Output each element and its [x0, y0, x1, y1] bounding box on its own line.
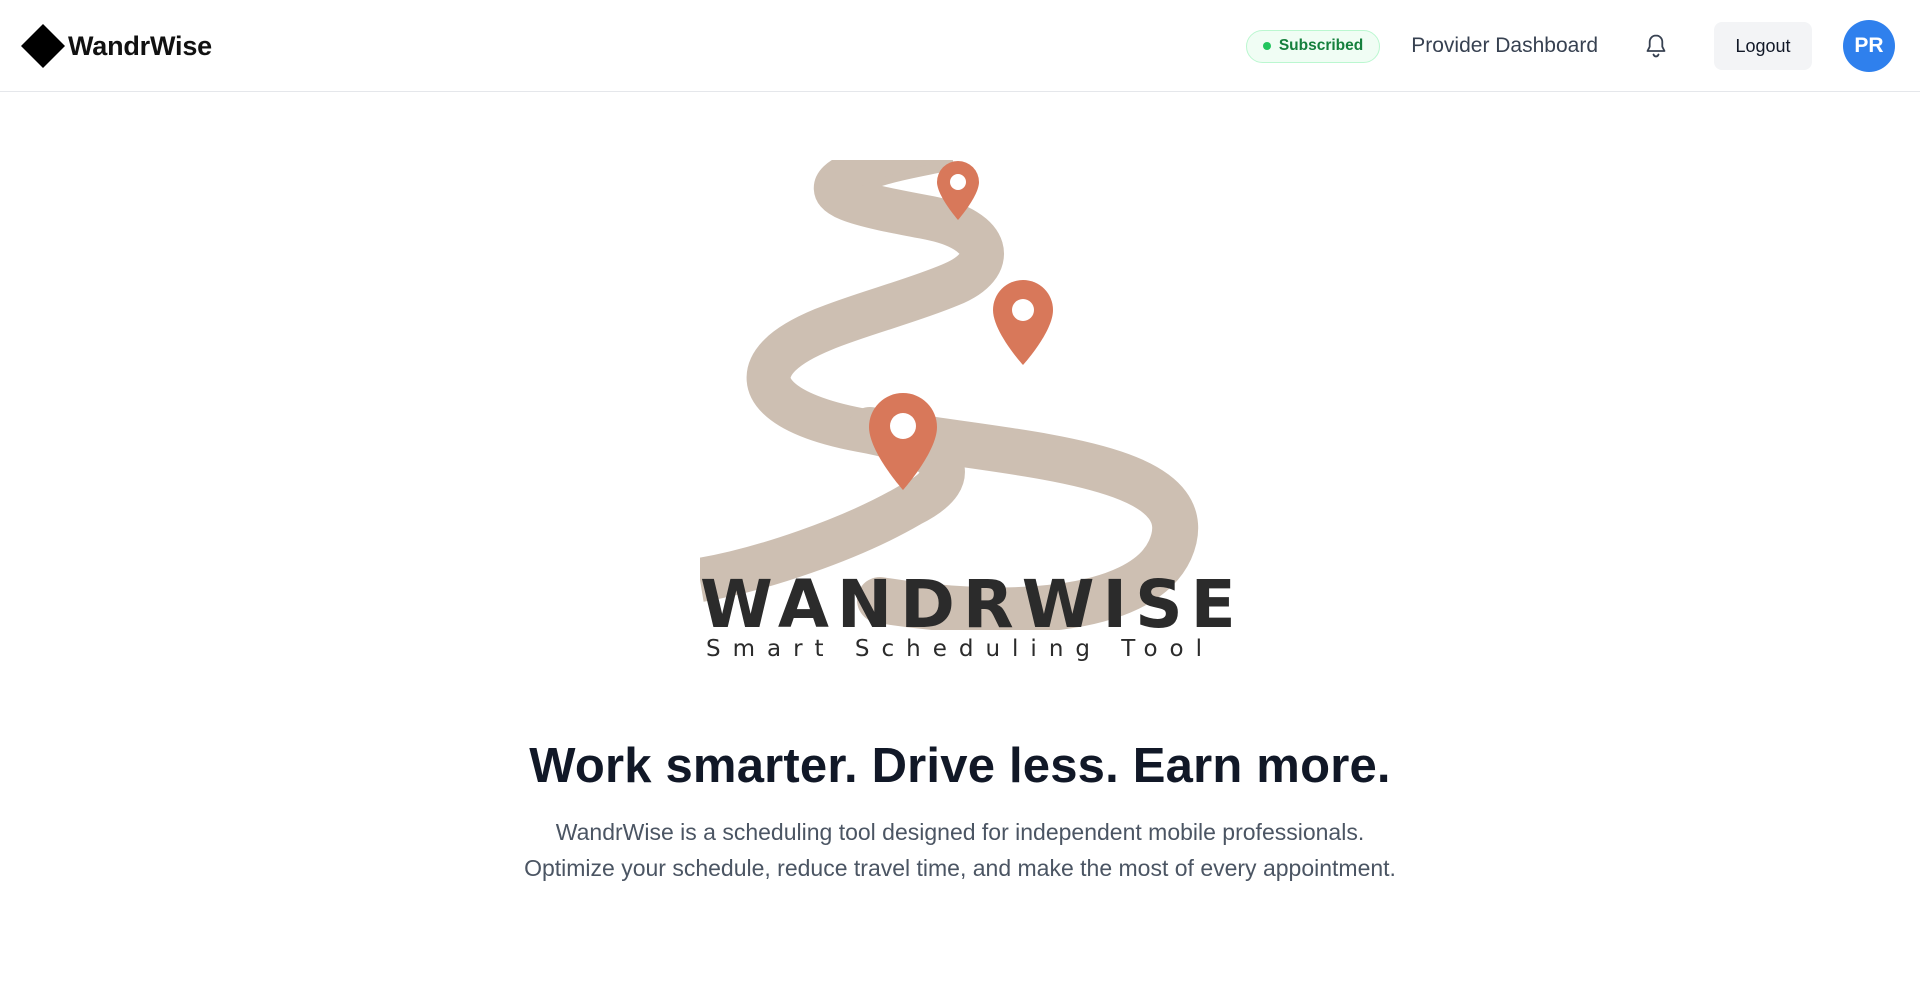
user-avatar[interactable]: PR — [1843, 20, 1895, 72]
subscription-status-badge: Subscribed — [1245, 29, 1381, 63]
subscription-status-label: Subscribed — [1278, 37, 1364, 54]
bell-icon[interactable] — [1641, 31, 1671, 61]
hero-logo: WANDRWISE Smart Scheduling Tool — [700, 160, 1244, 680]
hero-headline: Work smarter. Drive less. Earn more. — [529, 739, 1391, 793]
top-nav: WandrWise Subscribed Provider Dashboard … — [0, 0, 1920, 92]
nav-actions: Subscribed Provider Dashboard Logout PR — [1245, 19, 1895, 73]
brand-name: WandrWise — [68, 30, 212, 61]
diamond-icon — [21, 24, 65, 68]
road-map-illustration — [700, 160, 1199, 630]
logo-tagline: Smart Scheduling Tool — [706, 636, 1214, 662]
hero-description: WandrWise is a scheduling tool designed … — [524, 819, 1396, 881]
status-dot-icon — [1262, 42, 1271, 50]
provider-dashboard-link[interactable]: Provider Dashboard — [1411, 34, 1598, 58]
map-pin-icon — [993, 280, 1053, 365]
brand-logo-link[interactable]: WandrWise — [20, 23, 212, 69]
logout-button[interactable]: Logout — [1714, 22, 1812, 70]
logo-wordmark: WANDRWISE — [700, 566, 1244, 643]
